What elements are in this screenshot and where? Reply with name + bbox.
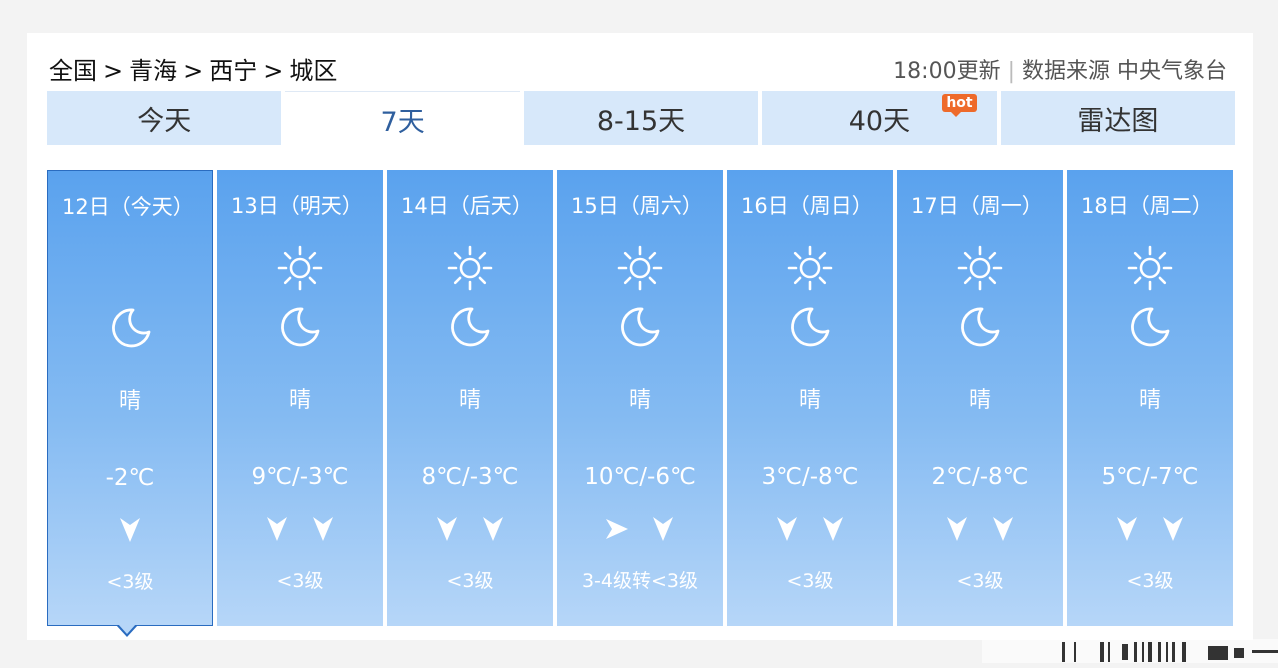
tab-7-days[interactable]: 7天 bbox=[285, 91, 520, 146]
weather-condition: 晴 bbox=[628, 388, 651, 413]
weather-condition: 晴 bbox=[798, 388, 821, 413]
moon-icon bbox=[109, 306, 153, 354]
forecast-date: 15日（周六） bbox=[571, 194, 703, 218]
breadcrumb-separator: > bbox=[263, 57, 284, 85]
moon-icon bbox=[958, 305, 1002, 353]
day-forecast-column[interactable]: 16日（周日） 晴 3℃/-8℃ <3级 bbox=[727, 170, 893, 626]
forecast-date: 13日（明天） bbox=[231, 194, 363, 218]
moon-icon bbox=[448, 305, 492, 353]
moon-icon bbox=[618, 305, 662, 353]
sun-icon bbox=[275, 243, 325, 297]
sun-icon bbox=[615, 243, 665, 297]
tab-label: 今天 bbox=[137, 105, 192, 137]
data-source-info: 18:00更新 | 数据来源 中央气象台 bbox=[893, 53, 1227, 85]
wind-direction-group bbox=[897, 516, 1063, 544]
divider: | bbox=[1007, 59, 1015, 84]
temperature-range: -2℃ bbox=[105, 465, 155, 491]
moon-icon bbox=[278, 305, 322, 353]
hot-badge: hot bbox=[942, 94, 977, 117]
wind-level: <3级 bbox=[446, 570, 494, 592]
forecast-date: 16日（周日） bbox=[741, 194, 873, 218]
update-time: 18:00更新 bbox=[893, 59, 1001, 84]
moon-icon bbox=[788, 305, 832, 353]
wind-arrow-down-icon bbox=[823, 517, 843, 541]
wind-level: <3级 bbox=[276, 570, 324, 592]
wind-arrow-down-icon bbox=[777, 517, 797, 541]
weather-condition: 晴 bbox=[968, 388, 991, 413]
wind-arrow-down-icon bbox=[1117, 517, 1137, 541]
tab-label: 雷达图 bbox=[1077, 105, 1159, 137]
wind-direction-group bbox=[727, 516, 893, 544]
temperature-range: 10℃/-6℃ bbox=[584, 464, 696, 490]
wind-arrow-down-icon bbox=[437, 517, 457, 541]
sun-icon bbox=[785, 243, 835, 297]
breadcrumb-item-province[interactable]: 青海 bbox=[129, 57, 177, 85]
wind-level: <3级 bbox=[106, 571, 154, 593]
tab-8-15-days[interactable]: 8-15天 bbox=[523, 91, 759, 145]
tab-label: 40天 bbox=[848, 105, 911, 137]
day-forecast-column[interactable]: 13日（明天） 晴 9℃/-3℃ <3级 bbox=[217, 170, 383, 626]
wind-arrow-down-icon bbox=[947, 517, 967, 541]
wind-direction-group bbox=[1067, 516, 1233, 544]
wind-arrow-right-icon bbox=[606, 519, 628, 539]
sun-icon bbox=[955, 243, 1005, 297]
wind-arrow-down-icon bbox=[1163, 517, 1183, 541]
breadcrumb-separator: > bbox=[103, 57, 124, 85]
forecast-date: 12日（今天） bbox=[62, 195, 194, 219]
weather-condition: 晴 bbox=[458, 388, 481, 413]
temperature-range: 2℃/-8℃ bbox=[931, 464, 1029, 490]
breadcrumb-item-city[interactable]: 西宁 bbox=[209, 57, 257, 85]
temperature-range: 5℃/-7℃ bbox=[1101, 464, 1199, 490]
wind-arrow-down-icon bbox=[313, 517, 333, 541]
sun-icon bbox=[445, 243, 495, 297]
forecast-date: 18日（周二） bbox=[1081, 194, 1213, 218]
top-bar: 全国 > 青海 > 西宁 > 城区 18:00更新 | 数据来源 中央气象台 bbox=[49, 51, 1227, 86]
tab-label: 7天 bbox=[380, 106, 425, 138]
breadcrumb: 全国 > 青海 > 西宁 > 城区 bbox=[49, 51, 337, 86]
day-forecast-column[interactable]: 18日（周二） 晴 5℃/-7℃ <3级 bbox=[1067, 170, 1233, 626]
wind-direction-group bbox=[48, 517, 212, 545]
wind-arrow-down-icon bbox=[993, 517, 1013, 541]
forecast-tabs: 今天 7天 8-15天 40天 hot 雷达图 bbox=[47, 91, 1236, 146]
tab-label: 8-15天 bbox=[596, 105, 686, 137]
temperature-range: 8℃/-3℃ bbox=[421, 464, 519, 490]
day-forecast-column[interactable]: 12日（今天） 晴 -2℃ <3级 bbox=[47, 170, 213, 637]
day-forecast-column[interactable]: 14日（后天） 晴 8℃/-3℃ <3级 bbox=[387, 170, 553, 626]
wind-level: <3级 bbox=[956, 570, 1004, 592]
sun-icon bbox=[1125, 243, 1175, 297]
day-forecast-column[interactable]: 15日（周六） 晴 10℃/-6℃ 3-4级转<3级 bbox=[557, 170, 723, 626]
tab-radar[interactable]: 雷达图 bbox=[1000, 91, 1236, 145]
forecast-date: 17日（周一） bbox=[911, 194, 1043, 218]
selected-pointer bbox=[116, 624, 138, 637]
weather-condition: 晴 bbox=[118, 389, 141, 414]
breadcrumb-separator: > bbox=[183, 57, 204, 85]
weather-condition: 晴 bbox=[288, 388, 311, 413]
wind-level: <3级 bbox=[786, 570, 834, 592]
wind-direction-group bbox=[387, 516, 553, 544]
forecast-date: 14日（后天） bbox=[401, 194, 533, 218]
wind-direction-group bbox=[557, 516, 723, 544]
temperature-range: 9℃/-3℃ bbox=[251, 464, 349, 490]
watermark-barcode bbox=[982, 639, 1278, 663]
wind-arrow-down-icon bbox=[120, 518, 140, 542]
daily-forecast-list: 12日（今天） 晴 -2℃ <3级 13日（明天） 晴 9℃/-3℃ <3级 14日（后天） 晴 8… bbox=[47, 170, 1235, 637]
breadcrumb-item-country[interactable]: 全国 bbox=[49, 57, 97, 85]
source-label: 数据来源 中央气象台 bbox=[1022, 59, 1227, 84]
tab-today[interactable]: 今天 bbox=[47, 91, 282, 145]
moon-icon bbox=[1128, 305, 1172, 353]
temperature-range: 3℃/-8℃ bbox=[761, 464, 859, 490]
day-forecast-column[interactable]: 17日（周一） 晴 2℃/-8℃ <3级 bbox=[897, 170, 1063, 626]
wind-arrow-down-icon bbox=[483, 517, 503, 541]
tab-40-days[interactable]: 40天 hot bbox=[762, 91, 997, 145]
breadcrumb-item-district: 城区 bbox=[289, 57, 338, 85]
wind-arrow-down-icon bbox=[267, 517, 287, 541]
wind-level: <3级 bbox=[1126, 570, 1174, 592]
wind-arrow-down-icon bbox=[653, 517, 673, 541]
weather-card: 全国 > 青海 > 西宁 > 城区 18:00更新 | 数据来源 中央气象台 今天 7天 8-1… bbox=[27, 33, 1278, 663]
wind-direction-group bbox=[217, 516, 383, 544]
wind-level: 3-4级转<3级 bbox=[581, 570, 699, 592]
weather-condition: 晴 bbox=[1138, 388, 1161, 413]
